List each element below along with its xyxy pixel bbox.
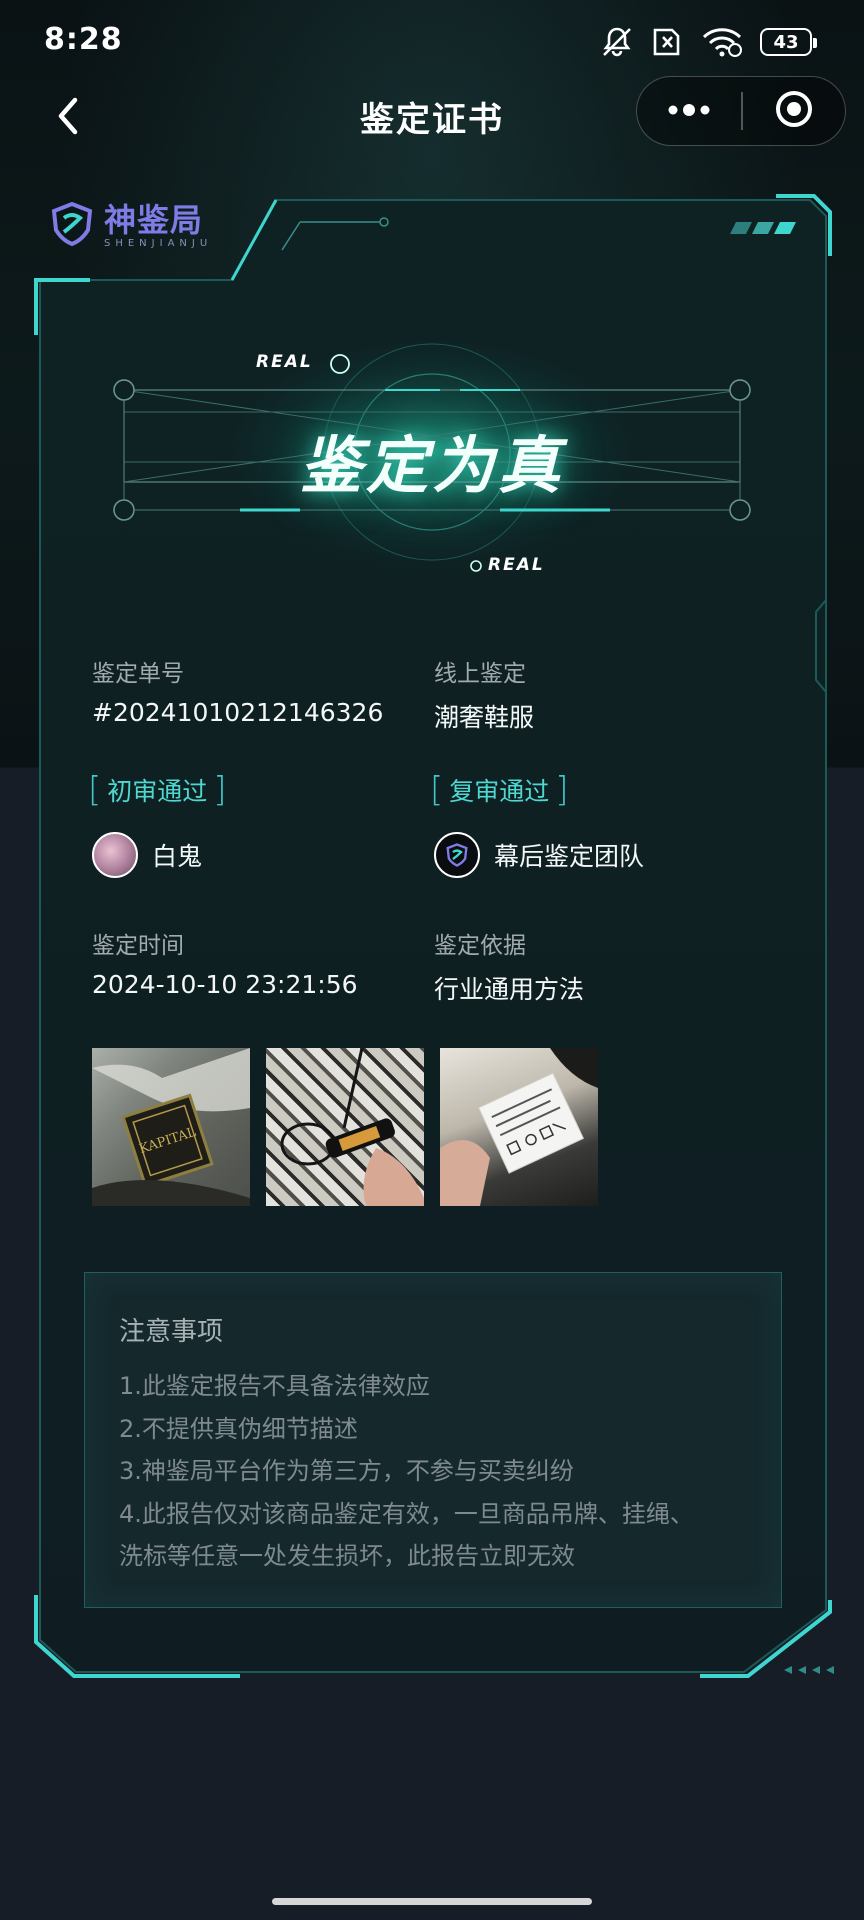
target-close-icon bbox=[774, 89, 814, 133]
brand-subtitle: SHENJIANJU bbox=[104, 237, 213, 249]
home-indicator[interactable] bbox=[272, 1898, 592, 1905]
status-bar: 8:28 43 bbox=[0, 0, 864, 84]
notice-item: 1.此鉴定报告不具备法律效应 bbox=[119, 1372, 430, 1400]
notice-item: 4.此报告仅对该商品鉴定有效，一旦商品吊牌、挂绳、 bbox=[119, 1499, 694, 1528]
second-review-badge: [ 复审通过 ] bbox=[430, 770, 569, 810]
brand-logo: 神鉴局 SHENJIANJU bbox=[48, 200, 212, 252]
more-button[interactable] bbox=[637, 77, 741, 145]
order-number-label: 鉴定单号 bbox=[92, 661, 184, 687]
photo-thumbnail-2[interactable] bbox=[266, 1048, 424, 1206]
appraisal-basis-value: 行业通用方法 bbox=[434, 975, 585, 1004]
result-title: 鉴定为真 bbox=[299, 429, 564, 502]
status-time: 8:28 bbox=[44, 22, 123, 57]
navigation-bar: 鉴定证书 bbox=[0, 76, 864, 180]
miniapp-capsule bbox=[636, 76, 846, 146]
notice-item: 洗标等任意一处发生损坏，此报告立即无效 bbox=[119, 1542, 575, 1570]
second-reviewer: 幕后鉴定团队 bbox=[434, 832, 644, 878]
notice-item: 2.不提供真伪细节描述 bbox=[119, 1414, 358, 1443]
sim-off-icon bbox=[652, 28, 684, 56]
avatar bbox=[92, 832, 138, 878]
notice-box: 注意事项 1.此鉴定报告不具备法律效应 2.不提供真伪细节描述 3.神鉴局平台作… bbox=[84, 1272, 782, 1608]
brand-text: 神鉴局 SHENJIANJU bbox=[104, 204, 212, 249]
result-hero: REAL REAL 鉴定为真 bbox=[100, 340, 764, 580]
first-review-badge: [ 初审通过 ] bbox=[88, 770, 227, 810]
photo-thumbnail-3[interactable] bbox=[440, 1048, 598, 1206]
mute-icon bbox=[600, 26, 634, 58]
real-tag-bottom: REAL bbox=[488, 555, 545, 575]
photo-thumbnail-1[interactable]: KAPITAL bbox=[92, 1048, 250, 1206]
bracket-right-icon: ] bbox=[213, 770, 227, 810]
notice-title: 注意事项 bbox=[119, 1317, 224, 1347]
appraisal-type-label: 线上鉴定 bbox=[434, 661, 526, 687]
avatar bbox=[434, 832, 480, 878]
real-tag-top: REAL bbox=[256, 352, 313, 372]
wifi-icon bbox=[702, 27, 742, 57]
brand-name: 神鉴局 bbox=[104, 200, 204, 239]
bracket-left-icon: [ bbox=[88, 770, 102, 810]
bracket-left-icon: [ bbox=[430, 770, 444, 810]
bracket-right-icon: ] bbox=[555, 770, 569, 810]
photo-thumbnails: KAPITAL bbox=[92, 1048, 598, 1206]
second-review-text: 复审通过 bbox=[449, 777, 550, 806]
close-miniapp-button[interactable] bbox=[743, 77, 846, 145]
order-number-value: #20241010212146326 bbox=[92, 698, 384, 727]
first-reviewer: 白鬼 bbox=[92, 832, 202, 878]
appraisal-time-value: 2024-10-10 23:21:56 bbox=[92, 970, 358, 999]
appraisal-time-label: 鉴定时间 bbox=[92, 933, 184, 959]
certificate-page: 8:28 43 鉴定证书 神鉴局 SHENJIANJU REAL REAL 鉴定… bbox=[0, 0, 864, 1920]
first-reviewer-name: 白鬼 bbox=[152, 842, 203, 871]
battery-icon: 43 bbox=[760, 28, 817, 56]
appraisal-type-value: 潮奢鞋服 bbox=[434, 703, 535, 732]
notice-item: 3.神鉴局平台作为第三方，不参与买卖纠纷 bbox=[119, 1457, 574, 1485]
more-dots-icon bbox=[667, 102, 711, 121]
appraisal-basis-label: 鉴定依据 bbox=[434, 933, 526, 959]
notice-list: 1.此鉴定报告不具备法律效应 2.不提供真伪细节描述 3.神鉴局平台作为第三方，… bbox=[119, 1365, 759, 1578]
second-reviewer-name: 幕后鉴定团队 bbox=[494, 842, 645, 871]
status-icons: 43 bbox=[600, 24, 817, 60]
first-review-text: 初审通过 bbox=[107, 777, 208, 806]
shield-logo-icon bbox=[48, 200, 96, 252]
